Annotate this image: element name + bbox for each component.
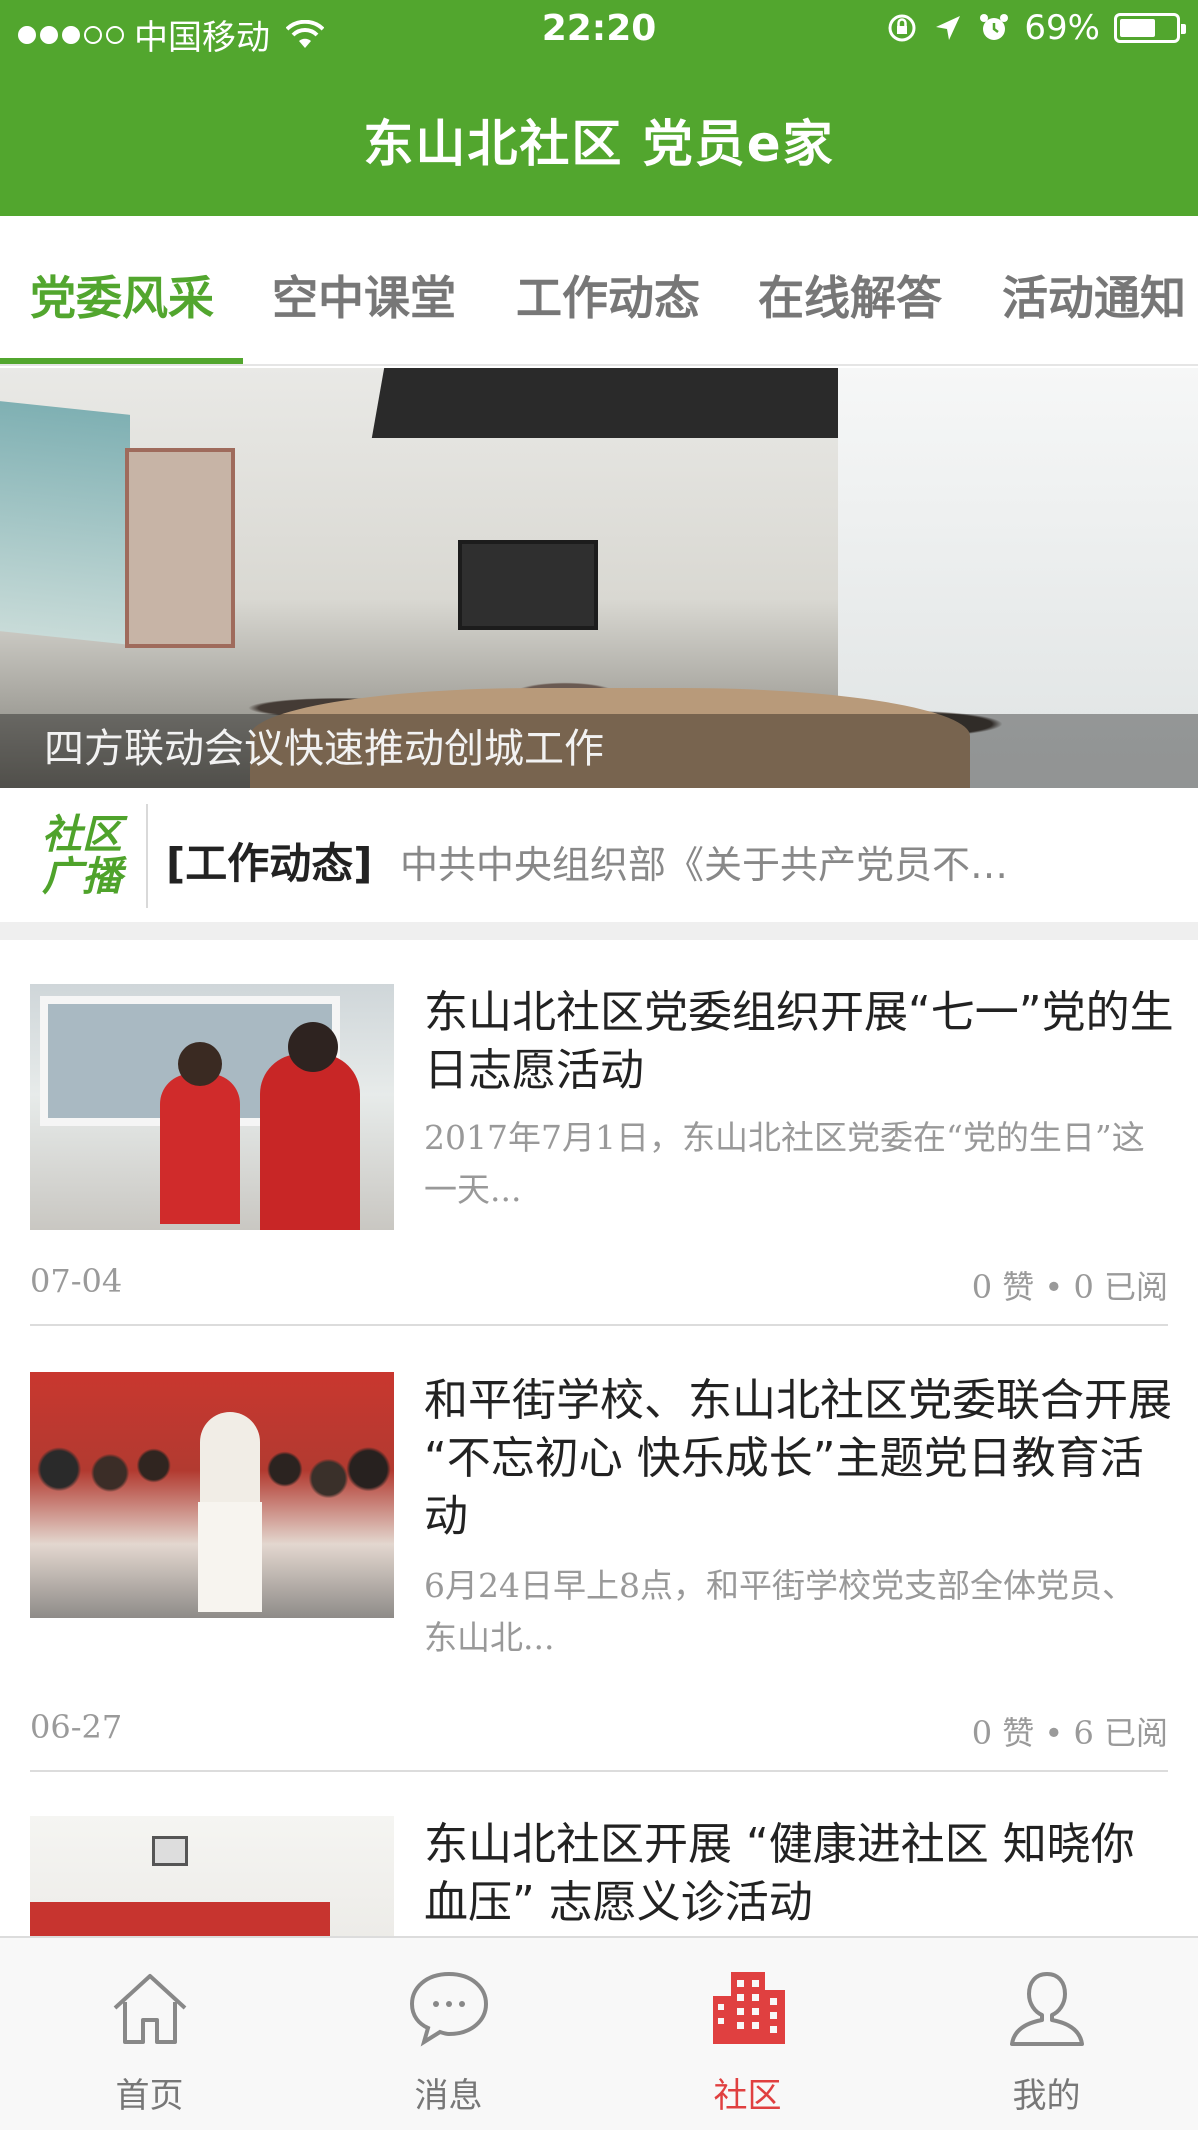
tabbar-label: 首页 xyxy=(115,2076,184,2116)
bottom-tab-bar: 首页 消息 社区 我的 xyxy=(0,1936,1198,2130)
alarm-icon xyxy=(980,14,1009,40)
news-thumbnail xyxy=(30,1372,394,1618)
tabbar-label: 社区 xyxy=(713,2076,782,2116)
battery-percent: 69% xyxy=(1024,8,1100,48)
hero-banner[interactable]: 四方联动会议快速推动创城工作 xyxy=(0,368,1198,788)
news-thumbnail xyxy=(30,984,394,1230)
tab-work-news[interactable]: 工作动态 xyxy=(516,262,700,328)
list-item[interactable]: 东山北社区开展 “健康进社区 知晓你血压” 志愿义诊活动 xyxy=(0,1772,1198,1936)
news-summary: 6月24日早上8点，和平街学校党支部全体党员、东山北... xyxy=(424,1566,1135,1657)
news-title: 东山北社区开展 “健康进社区 知晓你血压” 志愿义诊活动 xyxy=(424,1819,1135,1928)
section-divider xyxy=(0,922,1198,940)
tabbar-label: 我的 xyxy=(1012,2076,1081,2116)
tabbar-item-profile[interactable]: 我的 xyxy=(897,1938,1196,2130)
message-icon xyxy=(409,1971,488,2047)
community-building-icon xyxy=(712,1972,785,2044)
tabbar-label: 消息 xyxy=(414,2076,483,2116)
tab-party-committee[interactable]: 党委风采 xyxy=(30,262,214,328)
tabbar-item-community[interactable]: 社区 xyxy=(598,1938,897,2130)
news-title: 东山北社区党委组织开展“七一”党的生日志愿活动 xyxy=(424,987,1174,1096)
news-thumbnail xyxy=(30,1816,394,1936)
home-icon xyxy=(113,1974,186,2044)
tabbar-item-home[interactable]: 首页 xyxy=(0,1938,299,2130)
tab-event-notices[interactable]: 活动通知 xyxy=(1002,262,1186,328)
broadcast-tag: [工作动态] xyxy=(166,839,373,888)
divider xyxy=(146,804,148,908)
news-date: 07-04 xyxy=(30,1262,123,1300)
tab-online-answers[interactable]: 在线解答 xyxy=(758,262,942,328)
active-tab-indicator xyxy=(0,358,243,364)
category-tabs: 党委风采 空中课堂 工作动态 在线解答 活动通知 xyxy=(0,216,1198,366)
user-icon xyxy=(1009,1972,1084,2046)
location-arrow-icon xyxy=(936,16,961,40)
broadcast-text[interactable]: 中共中央组织部《关于共产党员不… xyxy=(400,834,1008,889)
news-stats: 0 赞 • 0 已阅 xyxy=(971,1268,1168,1306)
list-item[interactable]: 和平街学校、东山北社区党委联合开展 “不忘初心 快乐成长”主题党日教育活动 6月… xyxy=(0,1326,1198,1772)
list-item[interactable]: 东山北社区党委组织开展“七一”党的生日志愿活动 2017年7月1日，东山北社区党… xyxy=(0,940,1198,1326)
status-bar: 中国移动 22:20 69% xyxy=(0,0,1198,60)
community-broadcast-bar[interactable]: 社区 广播 [工作动态] 中共中央组织部《关于共产党员不… xyxy=(0,790,1198,920)
news-title: 和平街学校、东山北社区党委联合开展 “不忘初心 快乐成长”主题党日教育活动 xyxy=(424,1375,1172,1542)
app-header: 中国移动 22:20 69% 东山北社区 党员e家 xyxy=(0,0,1198,216)
tab-online-classroom[interactable]: 空中课堂 xyxy=(272,262,456,328)
orientation-lock-icon xyxy=(888,14,916,42)
tv-screen xyxy=(458,540,598,630)
community-broadcast-logo: 社区 广播 xyxy=(42,812,122,900)
news-summary: 2017年7月1日，东山北社区党委在“党的生日”这一天... xyxy=(424,1118,1145,1209)
banner-caption: 四方联动会议快速推动创城工作 xyxy=(44,726,604,772)
status-right-group: 69% xyxy=(886,8,1186,48)
news-stats: 0 赞 • 6 已阅 xyxy=(971,1714,1168,1752)
news-date: 06-27 xyxy=(30,1708,123,1746)
page-title: 东山北社区 党员e家 xyxy=(363,115,835,173)
battery-icon xyxy=(1114,13,1186,43)
tabbar-item-messages[interactable]: 消息 xyxy=(299,1938,598,2130)
